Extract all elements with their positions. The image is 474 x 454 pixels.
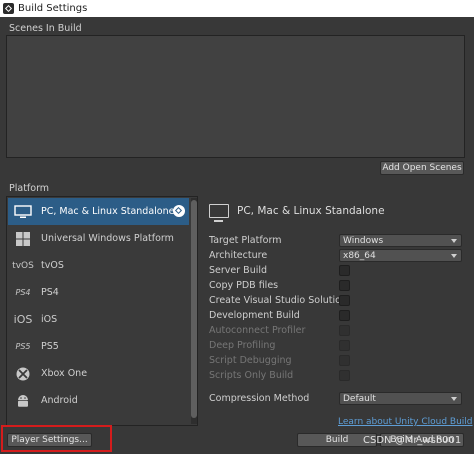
platform-item-label: iOS [41, 314, 58, 325]
autoconnect-profiler-label: Autoconnect Profiler [209, 325, 306, 336]
unity-icon [173, 205, 185, 217]
platform-item-label: Xbox One [41, 368, 88, 379]
copy-pdb-checkbox[interactable] [339, 280, 350, 291]
script-debugging-label: Script Debugging [209, 355, 292, 366]
target-platform-label: Target Platform [209, 235, 282, 246]
monitor-icon [209, 204, 229, 222]
window-titlebar: Build Settings [0, 0, 474, 17]
platform-item-xbox-one[interactable]: Xbox One [8, 360, 189, 387]
scripts-only-build-checkbox [339, 370, 350, 381]
autoconnect-profiler-checkbox [339, 325, 350, 336]
ps4-icon: PS4 [15, 288, 31, 297]
scenes-list[interactable] [6, 35, 465, 158]
scenes-in-build-label: Scenes In Build [9, 23, 82, 34]
platform-item-ps4[interactable]: PS4 PS4 [8, 279, 189, 306]
xbox-icon [11, 364, 35, 384]
ps5-icon: PS5 [15, 342, 31, 351]
windows-icon [11, 229, 35, 249]
development-build-checkbox[interactable] [339, 310, 350, 321]
platform-item-tvos[interactable]: tvOS tvOS [8, 252, 189, 279]
compression-method-dropdown[interactable]: Default [339, 392, 462, 405]
android-icon [11, 391, 35, 411]
platform-item-standalone[interactable]: PC, Mac & Linux Standalone [8, 198, 189, 225]
platform-settings-title: PC, Mac & Linux Standalone [237, 205, 385, 217]
unity-cloud-build-link[interactable]: Learn about Unity Cloud Build [338, 417, 473, 427]
platform-scrollbar[interactable] [191, 198, 197, 424]
create-vs-solution-checkbox[interactable] [339, 295, 350, 306]
script-debugging-checkbox [339, 355, 350, 366]
architecture-label: Architecture [209, 250, 268, 261]
platform-settings-header: PC, Mac & Linux Standalone [209, 200, 385, 222]
window-title: Build Settings [18, 3, 88, 14]
unity-icon [3, 3, 14, 14]
chevron-down-icon [451, 397, 457, 401]
ios-icon: iOS [13, 313, 33, 326]
chevron-down-icon [451, 254, 457, 258]
platform-item-label: PC, Mac & Linux Standalone [41, 206, 175, 217]
platform-item-ios[interactable]: iOS iOS [8, 306, 189, 333]
architecture-value: x86_64 [343, 250, 376, 261]
platform-item-label: Android [41, 395, 78, 406]
platform-item-label: Universal Windows Platform [41, 233, 174, 244]
deep-profiling-label: Deep Profiling [209, 340, 276, 351]
platform-item-label: tvOS [41, 260, 64, 271]
platform-item-label: PS4 [41, 287, 59, 298]
create-vs-solution-label: Create Visual Studio Solution [209, 295, 347, 306]
player-settings-button[interactable]: Player Settings... [7, 433, 92, 447]
watermark: CSDN @Mr_wsb001 [363, 435, 462, 446]
architecture-dropdown[interactable]: x86_64 [339, 249, 462, 262]
add-open-scenes-button[interactable]: Add Open Scenes [380, 161, 464, 175]
platform-item-android[interactable]: Android [8, 387, 189, 414]
server-build-checkbox[interactable] [339, 265, 350, 276]
server-build-label: Server Build [209, 265, 268, 276]
platform-item-label: PS5 [41, 341, 59, 352]
target-platform-dropdown[interactable]: Windows [339, 234, 462, 247]
copy-pdb-label: Copy PDB files [209, 280, 279, 291]
compression-method-label: Compression Method [209, 393, 310, 404]
target-platform-value: Windows [343, 235, 384, 246]
compression-method-value: Default [343, 393, 376, 404]
platform-item-ps5[interactable]: PS5 PS5 [8, 333, 189, 360]
deep-profiling-checkbox [339, 340, 350, 351]
platform-item-uwp[interactable]: Universal Windows Platform [8, 225, 189, 252]
tvos-icon: tvOS [12, 260, 34, 271]
development-build-label: Development Build [209, 310, 300, 321]
monitor-icon [11, 202, 35, 222]
scripts-only-build-label: Scripts Only Build [209, 370, 294, 381]
platform-list[interactable]: PC, Mac & Linux Standalone Universal Win… [6, 196, 198, 426]
scrollbar-thumb[interactable] [191, 200, 197, 418]
platform-label: Platform [9, 183, 50, 194]
chevron-down-icon [451, 239, 457, 243]
